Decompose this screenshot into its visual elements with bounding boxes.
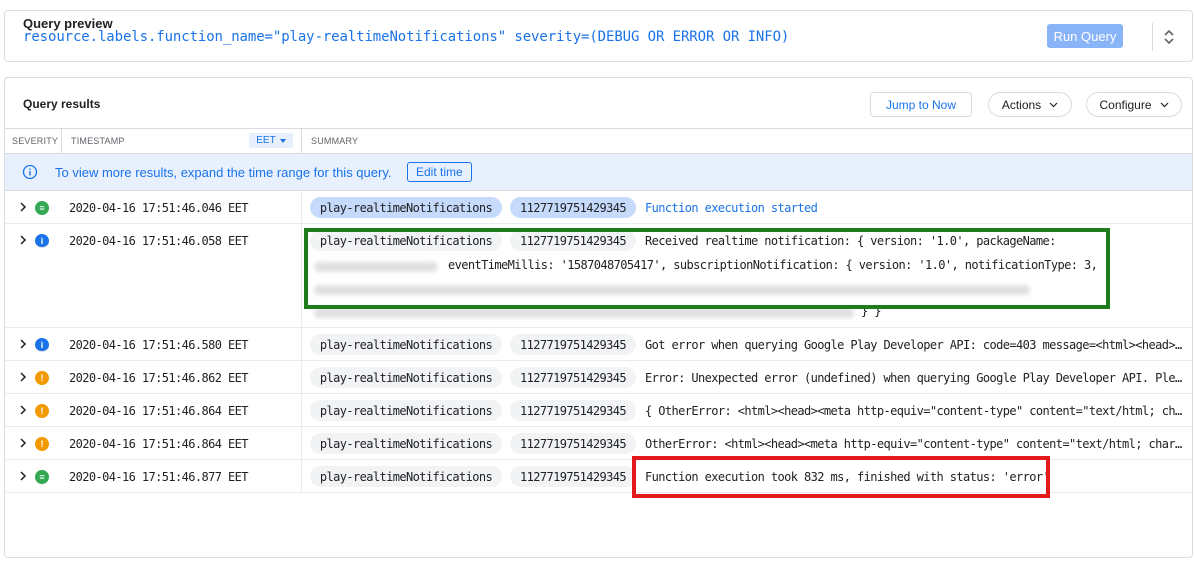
- log-row[interactable]: ≡ 2020-04-16 17:51:46.877 EET play-realt…: [5, 460, 1192, 493]
- redacted-text: [314, 262, 438, 272]
- expand-chevron-icon[interactable]: [18, 372, 28, 382]
- info-icon: [22, 164, 38, 180]
- function-name-chip[interactable]: play-realtimeNotifications: [310, 400, 502, 421]
- query-preview-text[interactable]: resource.labels.function_name="play-real…: [23, 29, 789, 45]
- function-name-chip[interactable]: play-realtimeNotifications: [310, 230, 502, 251]
- execution-id-chip[interactable]: 1127719751429345: [510, 230, 636, 251]
- log-timestamp: 2020-04-16 17:51:46.046 EET: [69, 201, 248, 215]
- log-summary-line4: } }: [861, 304, 881, 318]
- info-banner: To view more results, expand the time ra…: [5, 154, 1192, 191]
- execution-id-chip[interactable]: 1127719751429345: [510, 466, 636, 487]
- log-row[interactable]: ! 2020-04-16 17:51:46.862 EET play-realt…: [5, 361, 1192, 394]
- divider: [1152, 23, 1153, 51]
- log-summary-line2: eventTimeMillis: '1587048705417', subscr…: [448, 258, 1098, 272]
- function-name-chip[interactable]: play-realtimeNotifications: [310, 367, 502, 388]
- severity-default-icon: ≡: [35, 470, 49, 484]
- severity-default-icon: ≡: [35, 201, 49, 215]
- severity-info-icon: i: [35, 338, 49, 352]
- column-header-summary[interactable]: SUMMARY: [311, 129, 358, 153]
- chevron-down-icon: [1160, 102, 1168, 107]
- log-timestamp: 2020-04-16 17:51:46.058 EET: [69, 234, 248, 248]
- column-divider: [61, 129, 62, 153]
- redacted-text: [314, 308, 854, 318]
- configure-button[interactable]: Configure: [1086, 92, 1182, 117]
- edit-time-button[interactable]: Edit time: [407, 162, 472, 182]
- log-timestamp: 2020-04-16 17:51:46.864 EET: [69, 404, 248, 418]
- query-results-title: Query results: [23, 97, 101, 111]
- log-row[interactable]: ≡ 2020-04-16 17:51:46.046 EET play-realt…: [5, 191, 1192, 224]
- function-name-chip[interactable]: play-realtimeNotifications: [310, 197, 502, 218]
- column-header-timestamp[interactable]: TIMESTAMP: [71, 129, 125, 153]
- severity-error-icon: !: [35, 404, 49, 418]
- column-header-severity[interactable]: SEVERITY: [12, 129, 58, 153]
- expand-collapse-icon[interactable]: [1161, 24, 1177, 50]
- info-banner-text: To view more results, expand the time ra…: [55, 165, 392, 180]
- log-row[interactable]: i 2020-04-16 17:51:46.058 EET play-realt…: [5, 224, 1192, 328]
- jump-to-now-button[interactable]: Jump to Now: [870, 92, 972, 117]
- results-table-header: SEVERITY TIMESTAMP EET SUMMARY: [5, 128, 1192, 154]
- log-row[interactable]: i 2020-04-16 17:51:46.580 EET play-realt…: [5, 328, 1192, 361]
- configure-label: Configure: [1099, 97, 1152, 112]
- log-timestamp: 2020-04-16 17:51:46.864 EET: [69, 437, 248, 451]
- column-divider: [301, 129, 302, 153]
- log-timestamp: 2020-04-16 17:51:46.862 EET: [69, 371, 248, 385]
- actions-button[interactable]: Actions: [988, 92, 1072, 117]
- execution-id-chip[interactable]: 1127719751429345: [510, 433, 636, 454]
- log-timestamp: 2020-04-16 17:51:46.877 EET: [69, 470, 248, 484]
- execution-id-chip[interactable]: 1127719751429345: [510, 334, 636, 355]
- execution-id-chip[interactable]: 1127719751429345: [510, 400, 636, 421]
- log-summary: Received realtime notification: { versio…: [645, 234, 1056, 248]
- run-query-button[interactable]: Run Query: [1047, 24, 1123, 48]
- expand-chevron-icon[interactable]: [18, 235, 28, 245]
- execution-id-chip[interactable]: 1127719751429345: [510, 367, 636, 388]
- function-name-chip[interactable]: play-realtimeNotifications: [310, 433, 502, 454]
- log-timestamp: 2020-04-16 17:51:46.580 EET: [69, 338, 248, 352]
- expand-chevron-icon[interactable]: [18, 339, 28, 349]
- log-row[interactable]: ! 2020-04-16 17:51:46.864 EET play-realt…: [5, 394, 1192, 427]
- timezone-selector[interactable]: EET: [249, 133, 293, 148]
- query-preview-panel: Query preview resource.labels.function_n…: [4, 10, 1193, 62]
- function-name-chip[interactable]: play-realtimeNotifications: [310, 334, 502, 355]
- log-summary: Function execution took 832 ms, finished…: [645, 470, 1050, 484]
- dropdown-arrow-icon: [279, 138, 286, 143]
- timezone-label: EET: [256, 135, 276, 146]
- actions-label: Actions: [1001, 97, 1042, 112]
- log-summary: Function execution started: [645, 201, 818, 215]
- execution-id-chip[interactable]: 1127719751429345: [510, 197, 636, 218]
- severity-error-icon: !: [35, 437, 49, 451]
- log-summary: Got error when querying Google Play Deve…: [645, 338, 1185, 352]
- severity-info-icon: i: [35, 234, 49, 248]
- expand-chevron-icon[interactable]: [18, 405, 28, 415]
- expand-chevron-icon[interactable]: [18, 202, 28, 212]
- expand-chevron-icon[interactable]: [18, 438, 28, 448]
- redacted-text: [314, 285, 1030, 295]
- chevron-down-icon: [1049, 102, 1058, 107]
- log-summary: OtherError: <html><head><meta http-equiv…: [645, 437, 1185, 451]
- query-results-panel: Query results Jump to Now Actions Config…: [4, 77, 1193, 558]
- log-row[interactable]: ! 2020-04-16 17:51:46.864 EET play-realt…: [5, 427, 1192, 460]
- expand-chevron-icon[interactable]: [18, 471, 28, 481]
- function-name-chip[interactable]: play-realtimeNotifications: [310, 466, 502, 487]
- log-summary: Error: Unexpected error (undefined) when…: [645, 371, 1185, 385]
- log-summary: { OtherError: <html><head><meta http-equ…: [645, 404, 1185, 418]
- severity-error-icon: !: [35, 371, 49, 385]
